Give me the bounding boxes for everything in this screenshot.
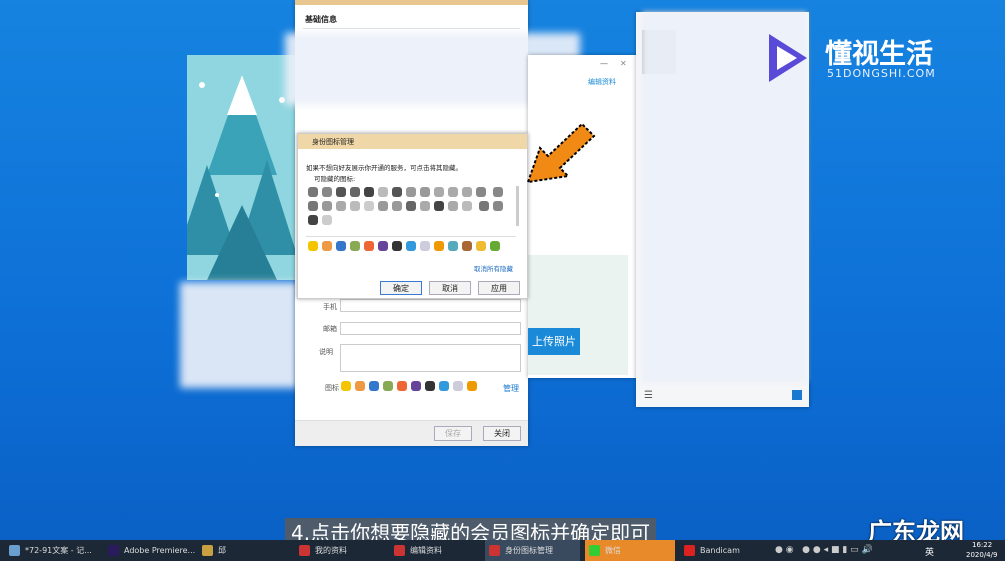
cancel-button[interactable]: 取消 <box>429 281 471 295</box>
dialog-hint: 如果不想向好友展示你开通的服务，可点击将其隐藏。 <box>306 164 462 172</box>
logo-domain: 51DONGSHI.COM <box>827 67 936 80</box>
brand-logo: 懂视生活 51DONGSHI.COM <box>765 30 970 88</box>
taskbar-item-my-profile[interactable]: 我的资料 <box>295 540 385 561</box>
section-title: 基础信息 <box>305 15 337 24</box>
manage-icons-link[interactable]: 管理 <box>503 383 519 394</box>
close-button[interactable]: 关闭 <box>483 426 521 441</box>
hidable-label: 可隐藏的图标: <box>314 175 356 183</box>
clock-date[interactable]: 2020/4/9 <box>966 551 997 559</box>
logo-name: 懂视生活 <box>825 39 933 70</box>
taskbar-item-edit-profile[interactable]: 编辑资料 <box>390 540 480 561</box>
visible-icons-row[interactable] <box>306 240 516 258</box>
clock-time[interactable]: 16:22 <box>972 541 992 549</box>
apply-button[interactable]: 应用 <box>478 281 520 295</box>
email-label: 邮箱 <box>323 325 337 333</box>
scrollbar[interactable] <box>516 186 519 226</box>
unhide-all-link[interactable]: 取消所有隐藏 <box>474 263 513 273</box>
description-input[interactable] <box>340 344 521 372</box>
edit-profile-link[interactable]: 编辑资料 <box>588 77 616 87</box>
description-label: 说明 <box>319 348 333 356</box>
taskbar-item-wechat[interactable]: 微信 <box>585 540 675 561</box>
hidable-icons-grid[interactable] <box>306 186 511 231</box>
taskbar-item-premiere[interactable]: Adobe Premiere... <box>104 540 195 561</box>
arrow-annotation-icon <box>526 122 596 184</box>
taskbar: *72-91文案 - 记... Adobe Premiere... 邱 我的资料… <box>0 540 1005 561</box>
system-tray-icons[interactable]: ● ◉ ● ● ◂ ■ ▮ ▭ 🔊 <box>775 545 873 555</box>
email-input[interactable] <box>340 322 521 335</box>
taskbar-item-notepad[interactable]: *72-91文案 - 记... <box>5 540 92 561</box>
phone-input[interactable] <box>340 299 521 312</box>
save-button[interactable]: 保存 <box>434 426 472 441</box>
taskbar-item-qq[interactable]: 邱 <box>198 540 226 561</box>
play-logo-icon <box>769 34 807 82</box>
minimize-button[interactable]: — <box>600 59 608 68</box>
member-icons-row <box>339 380 479 394</box>
ok-button[interactable]: 确定 <box>380 281 422 295</box>
wallpaper-window <box>187 55 297 280</box>
apps-icon[interactable] <box>792 390 802 400</box>
menu-icon[interactable]: ☰ <box>644 390 653 401</box>
phone-label: 手机 <box>323 303 337 311</box>
blurred-region <box>180 282 298 388</box>
ime-indicator[interactable]: 英 <box>925 545 934 558</box>
identity-icon-dialog: 身份图标管理 如果不想向好友展示你开通的服务，可点击将其隐藏。 可隐藏的图标: … <box>297 133 528 299</box>
dialog-title: 身份图标管理 <box>312 138 354 146</box>
taskbar-item-icon-manager[interactable]: 身份图标管理 <box>485 540 580 561</box>
tree-pattern <box>187 55 297 280</box>
taskbar-item-bandicam[interactable]: Bandicam <box>680 540 770 561</box>
upload-photo-button[interactable]: 上传照片 <box>528 328 580 355</box>
profile-window: — ✕ 编辑资料 上传照片 <box>528 55 636 378</box>
close-button[interactable]: ✕ <box>620 59 627 68</box>
icons-label: 图标 <box>325 384 339 392</box>
